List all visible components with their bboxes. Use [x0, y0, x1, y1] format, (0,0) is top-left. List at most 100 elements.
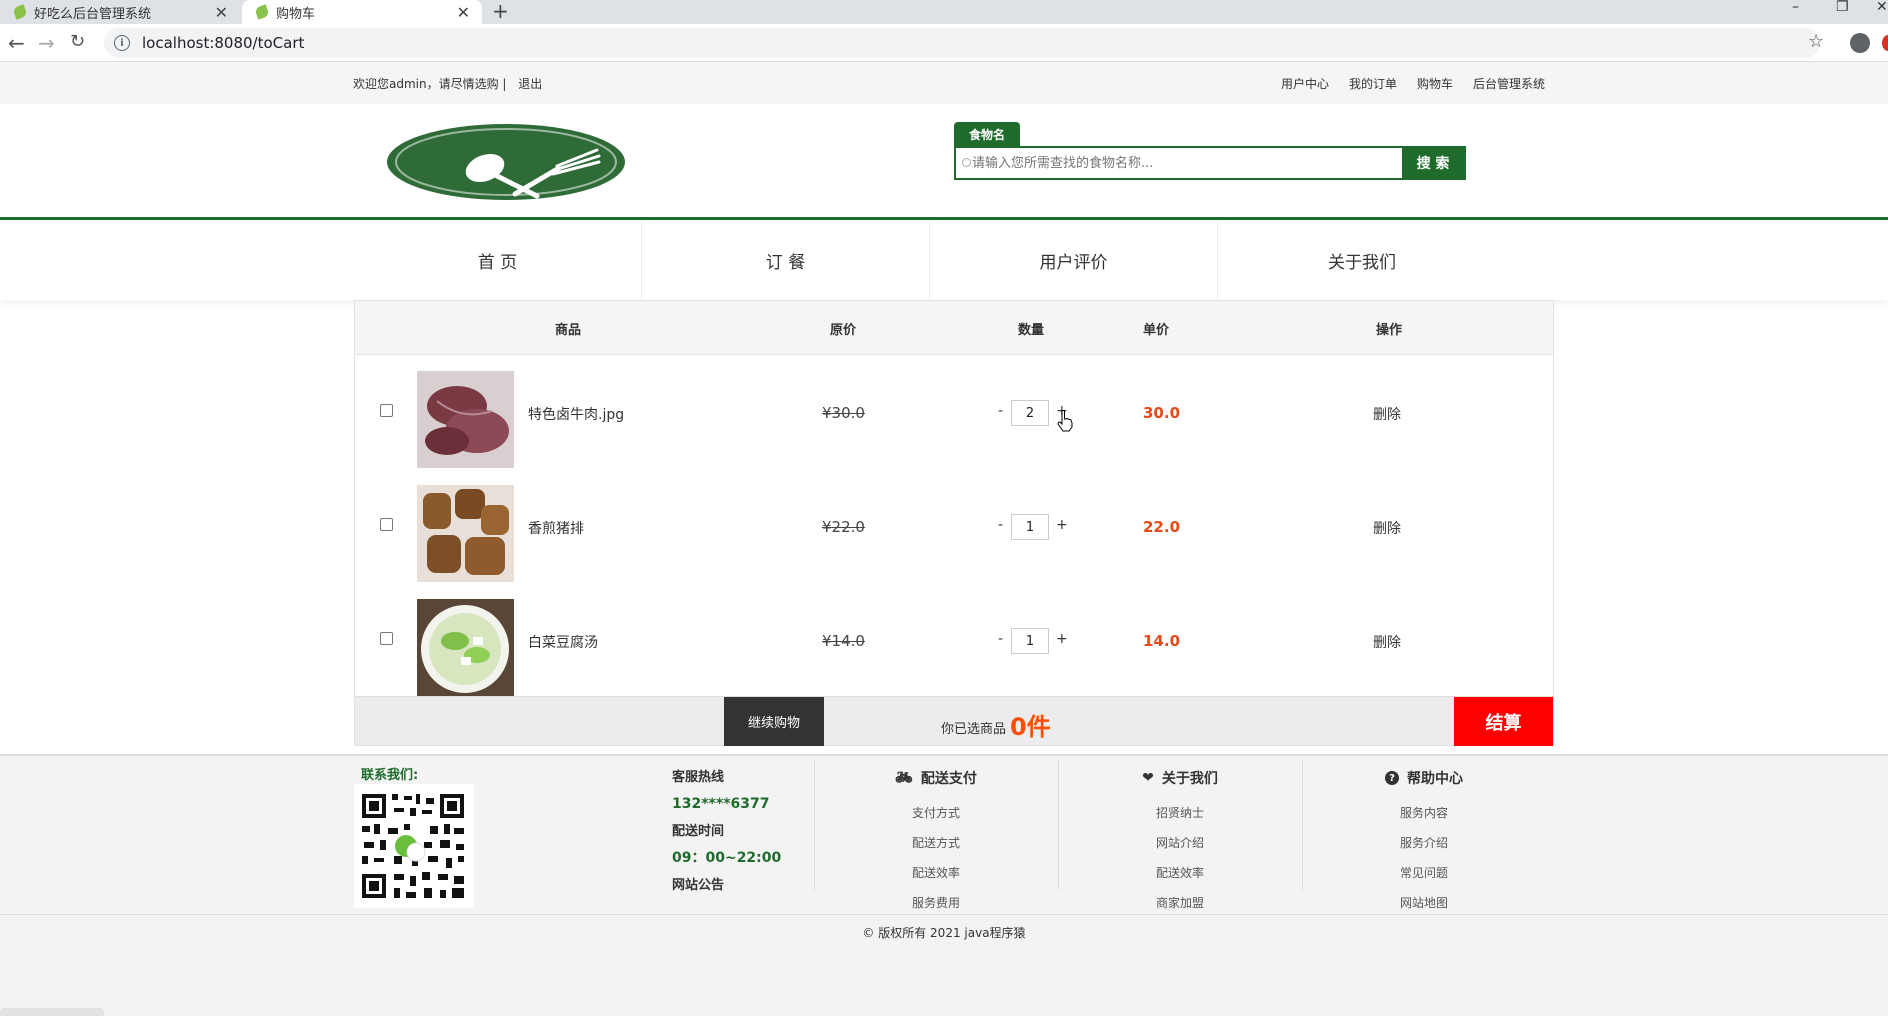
footer-link[interactable]: 服务内容 [1303, 798, 1545, 828]
footer-link[interactable]: 服务介绍 [1303, 828, 1545, 858]
info-icon[interactable]: i [114, 35, 130, 51]
product-image-soup[interactable] [417, 599, 514, 696]
original-price: ¥30.0 [822, 404, 865, 422]
reload-icon[interactable]: ↻ [70, 31, 85, 52]
delete-button[interactable]: 删除 [1373, 632, 1401, 652]
increase-qty-button[interactable]: + [1056, 631, 1068, 647]
header-unit-price: 单价 [1143, 323, 1170, 338]
increase-qty-button[interactable]: + [1056, 517, 1068, 533]
hotline-block: 客服热线 132****6377 配送时间 09：00~22:00 网站公告 [672, 764, 781, 899]
delete-button[interactable]: 删除 [1373, 518, 1401, 538]
nav-order[interactable]: 订 餐 [642, 220, 930, 300]
new-tab-button[interactable]: + [492, 0, 509, 22]
footer: 联系我们: 客服热线 132****6377 配送时间 09：00~22:00 … [0, 754, 1888, 1016]
nav-about[interactable]: 关于我们 [1218, 220, 1506, 300]
checkout-button[interactable]: 结算 [1454, 697, 1553, 746]
minimize-icon[interactable]: – [1792, 0, 1799, 14]
logout-link[interactable]: 退出 [518, 77, 542, 91]
cart-link[interactable]: 购物车 [1417, 75, 1453, 92]
browser-tabbar: 好吃么后台管理系统 ✕ 购物车 ✕ + – ❐ ✕ [0, 0, 1888, 24]
selected-label: 你已选商品 [941, 722, 1007, 737]
search-button[interactable]: 搜 索 [1402, 148, 1464, 178]
product-name[interactable]: 香煎猪排 [528, 518, 584, 538]
back-icon[interactable]: ← [8, 31, 25, 55]
close-window-icon[interactable]: ✕ [1876, 0, 1888, 14]
footer-link[interactable]: 支付方式 [815, 798, 1057, 828]
select-checkbox[interactable] [380, 518, 393, 531]
search-icon [962, 158, 971, 167]
leaf-icon [254, 4, 270, 20]
forward-icon[interactable]: → [38, 31, 55, 55]
url-field[interactable]: i localhost:8080/toCart [104, 28, 1820, 58]
footer-col-title: 帮助中心 [1407, 771, 1463, 787]
download-bar-stub [0, 1008, 104, 1016]
product-image-pork[interactable] [417, 485, 514, 582]
extension-icon[interactable] [1882, 35, 1888, 51]
header-product: 商品 [555, 323, 582, 338]
header-orig-price: 原价 [830, 323, 857, 338]
bookmark-star-icon[interactable]: ☆ [1808, 31, 1824, 52]
delete-button[interactable]: 删除 [1373, 404, 1401, 424]
quantity-input[interactable]: 1 [1011, 514, 1049, 540]
restore-icon[interactable]: ❐ [1836, 0, 1849, 14]
unit-price: 22.0 [1143, 518, 1181, 536]
logo[interactable] [387, 124, 625, 200]
footer-link[interactable]: 招贤纳士 [1059, 798, 1301, 828]
unit-price: 14.0 [1143, 632, 1181, 650]
main-nav: 首 页 订 餐 用户评价 关于我们 [0, 220, 1888, 300]
cart-header: 商品 原价 数量 单价 操作 [355, 301, 1553, 355]
close-icon[interactable]: ✕ [215, 3, 228, 22]
top-links: 用户中心 我的订单 购物车 后台管理系统 [1281, 75, 1545, 92]
nav-home[interactable]: 首 页 [354, 220, 642, 300]
notice-label: 网站公告 [672, 878, 725, 893]
footer-link[interactable]: 配送方式 [815, 828, 1057, 858]
hand-cursor-icon [1057, 410, 1073, 432]
my-orders-link[interactable]: 我的订单 [1349, 75, 1397, 92]
close-icon[interactable]: ✕ [457, 3, 470, 22]
header-action: 操作 [1376, 323, 1403, 338]
header-qty: 数量 [1018, 323, 1045, 338]
product-image-beef[interactable] [417, 371, 514, 468]
user-center-link[interactable]: 用户中心 [1281, 75, 1329, 92]
decrease-qty-button[interactable]: - [998, 403, 1003, 419]
address-bar: ← → ↻ i localhost:8080/toCart ☆ [0, 24, 1888, 62]
footer-col-about: ❤︎ 关于我们 招贤纳士 网站介绍 配送效率 商家加盟 [1058, 760, 1301, 910]
selected-summary: 你已选商品 0件 [941, 707, 1051, 742]
footer-link[interactable]: 网站介绍 [1059, 828, 1301, 858]
footer-link[interactable]: 配送效率 [1059, 858, 1301, 888]
browser-tab-admin[interactable]: 好吃么后台管理系统 ✕ [0, 0, 240, 24]
search-box: 搜 索 [954, 146, 1466, 180]
tab-title: 好吃么后台管理系统 [34, 6, 152, 22]
question-icon: ? [1385, 771, 1399, 785]
unit-price: 30.0 [1143, 404, 1181, 422]
quantity-input[interactable]: 2 [1011, 400, 1049, 426]
product-name[interactable]: 特色卤牛肉.jpg [528, 404, 624, 424]
original-price: ¥14.0 [822, 632, 865, 650]
welcome-text: 欢迎您admin，请尽情选购 | [353, 77, 507, 91]
select-checkbox[interactable] [380, 632, 393, 645]
search-input[interactable] [956, 148, 1402, 178]
cart-table: 商品 原价 数量 单价 操作 特色卤牛肉.jpg ¥30.0 - 2 + [354, 300, 1554, 746]
admin-link[interactable]: 后台管理系统 [1473, 75, 1545, 92]
decrease-qty-button[interactable]: - [998, 517, 1003, 533]
cart-row: 特色卤牛肉.jpg ¥30.0 - 2 + 30.0 删除 [355, 355, 1553, 469]
decrease-qty-button[interactable]: - [998, 631, 1003, 647]
footer-col-delivery: 🚲︎ 配送支付 支付方式 配送方式 配送效率 服务费用 [814, 760, 1057, 910]
account-icon[interactable] [1850, 33, 1870, 53]
nav-reviews[interactable]: 用户评价 [930, 220, 1218, 300]
cart-row: 白菜豆腐汤 ¥14.0 - 1 + 14.0 删除 [355, 583, 1553, 697]
continue-shopping-button[interactable]: 继续购物 [724, 697, 824, 746]
page: 欢迎您admin，请尽情选购 | 退出 用户中心 我的订单 购物车 后台管理系统… [0, 62, 1888, 1016]
selected-count: 0件 [1010, 713, 1051, 741]
footer-link[interactable]: 常见问题 [1303, 858, 1545, 888]
footer-col-help: ? 帮助中心 服务内容 服务介绍 常见问题 网站地图 [1302, 760, 1545, 910]
hotline-label: 客服热线 [672, 770, 725, 785]
select-checkbox[interactable] [380, 404, 393, 417]
browser-tab-cart[interactable]: 购物车 ✕ [242, 0, 482, 24]
original-price: ¥22.0 [822, 518, 865, 536]
quantity-input[interactable]: 1 [1011, 628, 1049, 654]
footer-link[interactable]: 配送效率 [815, 858, 1057, 888]
hours-label: 配送时间 [672, 824, 725, 839]
product-name[interactable]: 白菜豆腐汤 [528, 632, 598, 652]
search-category-tab[interactable]: 食物名 [954, 122, 1020, 146]
